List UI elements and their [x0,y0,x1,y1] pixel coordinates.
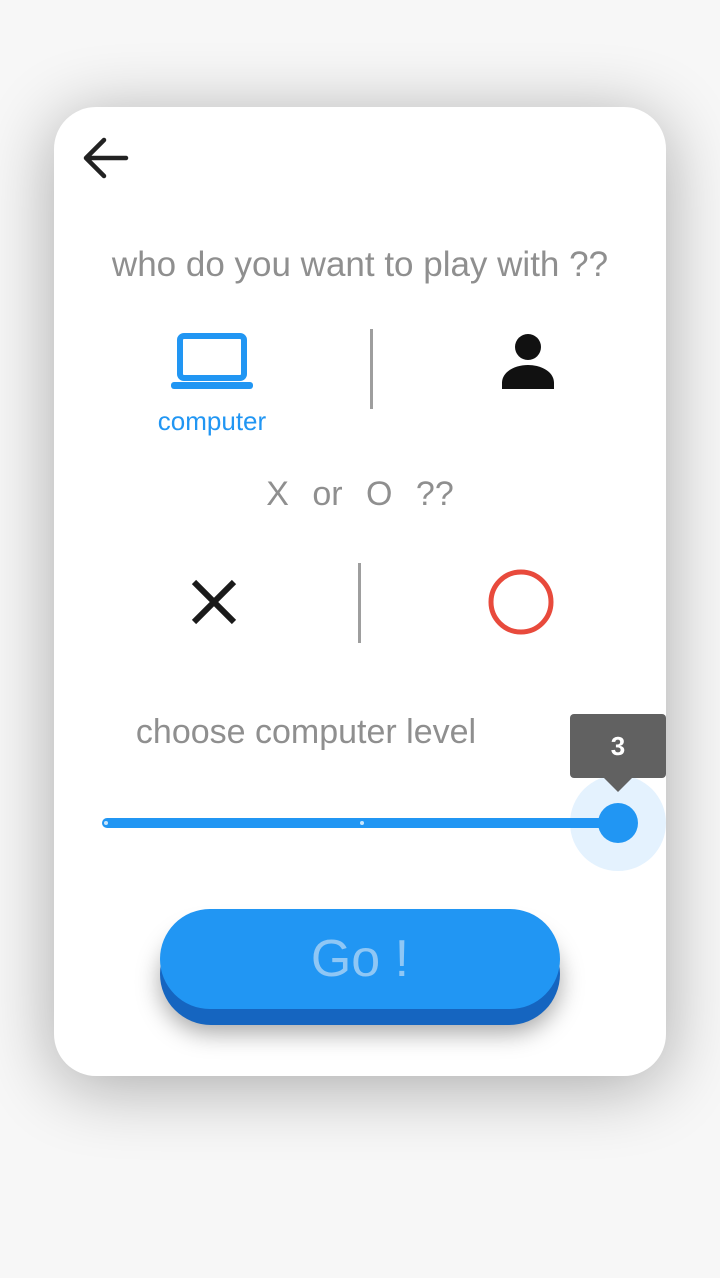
settings-card: who do you want to play with ?? computer… [54,107,666,1076]
computer-option[interactable]: computer [142,333,282,437]
slider-thumb[interactable] [598,803,638,843]
x-icon [191,579,237,630]
level-slider[interactable]: 3 [102,714,666,871]
level-label: choose computer level [135,713,477,751]
human-option[interactable] [474,333,582,394]
go-button-label: Go ! [310,930,410,988]
laptop-icon [171,333,253,394]
divider [358,563,361,643]
slider-value-tooltip: 3 [570,714,666,792]
x-option[interactable] [170,559,258,649]
o-option[interactable] [474,559,568,649]
divider [370,329,373,409]
person-icon [500,333,556,394]
opponent-question: who do you want to play with ?? [111,245,609,284]
symbol-selector [54,559,666,649]
arrow-left-icon [80,136,130,185]
circle-icon [487,568,555,641]
slider-tick-mid [360,821,364,825]
back-button[interactable] [78,133,132,187]
opponent-selector: computer [54,327,666,437]
slider-tick-min [104,821,108,825]
slider-value-text: 3 [610,730,626,761]
go-button[interactable]: Go ! [160,909,560,1025]
computer-label: computer [157,406,267,436]
symbol-question: X or O ?? [266,475,454,513]
go-button-face: Go ! [160,909,560,1009]
